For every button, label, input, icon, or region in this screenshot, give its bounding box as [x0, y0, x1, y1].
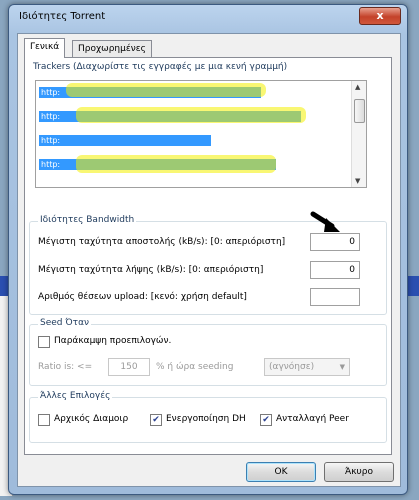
override-defaults-checkbox[interactable] [38, 336, 50, 348]
download-speed-label: Μέγιστη ταχύτητα λήψης (kB/s): [0: απερι… [38, 265, 264, 275]
dialog-content: Γενικά Προχωρημένες Trackers (Διαχωρίστε… [17, 33, 401, 487]
seed-time-select[interactable]: (αγνόησε) ▼ [264, 358, 350, 376]
seed-time-label: % ή ώρα seeding [156, 362, 234, 372]
seed-group: Seed Όταν Παράκαμψη προεπιλογών. Ratio i… [29, 318, 387, 386]
other-options-title: Άλλες Επιλογές [38, 391, 113, 401]
enable-dht-label: Ενεργοποίηση DH [166, 414, 246, 424]
cancel-button[interactable]: Άκυρο [324, 462, 394, 482]
peer-exchange-checkbox[interactable]: ✔ [260, 414, 272, 426]
scroll-thumb[interactable] [354, 99, 365, 123]
pointer-arrow-icon [310, 211, 340, 232]
peer-exchange-label: Ανταλλαγή Peer [276, 414, 349, 424]
trackers-group: Trackers (Διαχωρίστε τις εγγραφές με μια… [29, 62, 385, 218]
tab-advanced[interactable]: Προχωρημένες [72, 40, 152, 57]
upload-slots-input[interactable] [310, 288, 360, 306]
ratio-label: Ratio is: <= [38, 362, 93, 372]
scroll-down-icon[interactable]: ▼ [355, 177, 360, 185]
download-speed-input[interactable]: 0 [310, 261, 360, 279]
seed-time-value: (αγνόησε) [269, 362, 315, 372]
scribble-overlay [66, 83, 266, 97]
initial-seeding-label: Αρχικός Διαμοιρ [54, 414, 129, 424]
scroll-up-icon[interactable]: ▲ [355, 83, 360, 91]
trackers-scrollbar[interactable]: ▲ ▼ [351, 81, 366, 187]
trackers-textarea[interactable]: http: http: http: http: ▲ ▼ [35, 80, 367, 188]
initial-seeding-checkbox[interactable] [38, 414, 50, 426]
enable-dht-checkbox[interactable]: ✔ [150, 414, 162, 426]
trackers-title: Trackers (Διαχωρίστε τις εγγραφές με μια… [31, 62, 290, 72]
upload-speed-label: Μέγιστη ταχύτητα αποστολής (kB/s): [0: α… [38, 237, 286, 247]
bandwidth-group: Ιδιότητες Bandwidth Μέγιστη ταχύτητα απο… [29, 211, 387, 315]
seed-title: Seed Όταν [38, 318, 92, 328]
tab-general[interactable]: Γενικά [24, 38, 66, 58]
tracker-line: http: [39, 135, 211, 146]
ratio-input[interactable]: 150 [108, 358, 150, 376]
ok-button[interactable]: OK [246, 462, 316, 482]
dialog-title: Ιδιότητες Torrent [19, 11, 106, 22]
override-defaults-label: Παράκαμψη προεπιλογών. [54, 336, 172, 346]
close-button[interactable]: x [359, 7, 401, 25]
torrent-properties-dialog: Ιδιότητες Torrent x Γενικά Προχωρημένες … [8, 4, 408, 495]
bandwidth-title: Ιδιότητες Bandwidth [38, 215, 137, 225]
tab-page-general: Trackers (Διαχωρίστε τις εγγραφές με μια… [24, 57, 392, 455]
upload-slots-label: Αριθμός θέσεων upload: [κενό: χρήση defa… [38, 292, 247, 302]
scribble-overlay [76, 107, 306, 123]
scribble-overlay [76, 155, 276, 173]
chevron-down-icon: ▼ [339, 363, 345, 371]
other-options-group: Άλλες Επιλογές Αρχικός Διαμοιρ ✔ Ενεργοπ… [29, 391, 387, 443]
